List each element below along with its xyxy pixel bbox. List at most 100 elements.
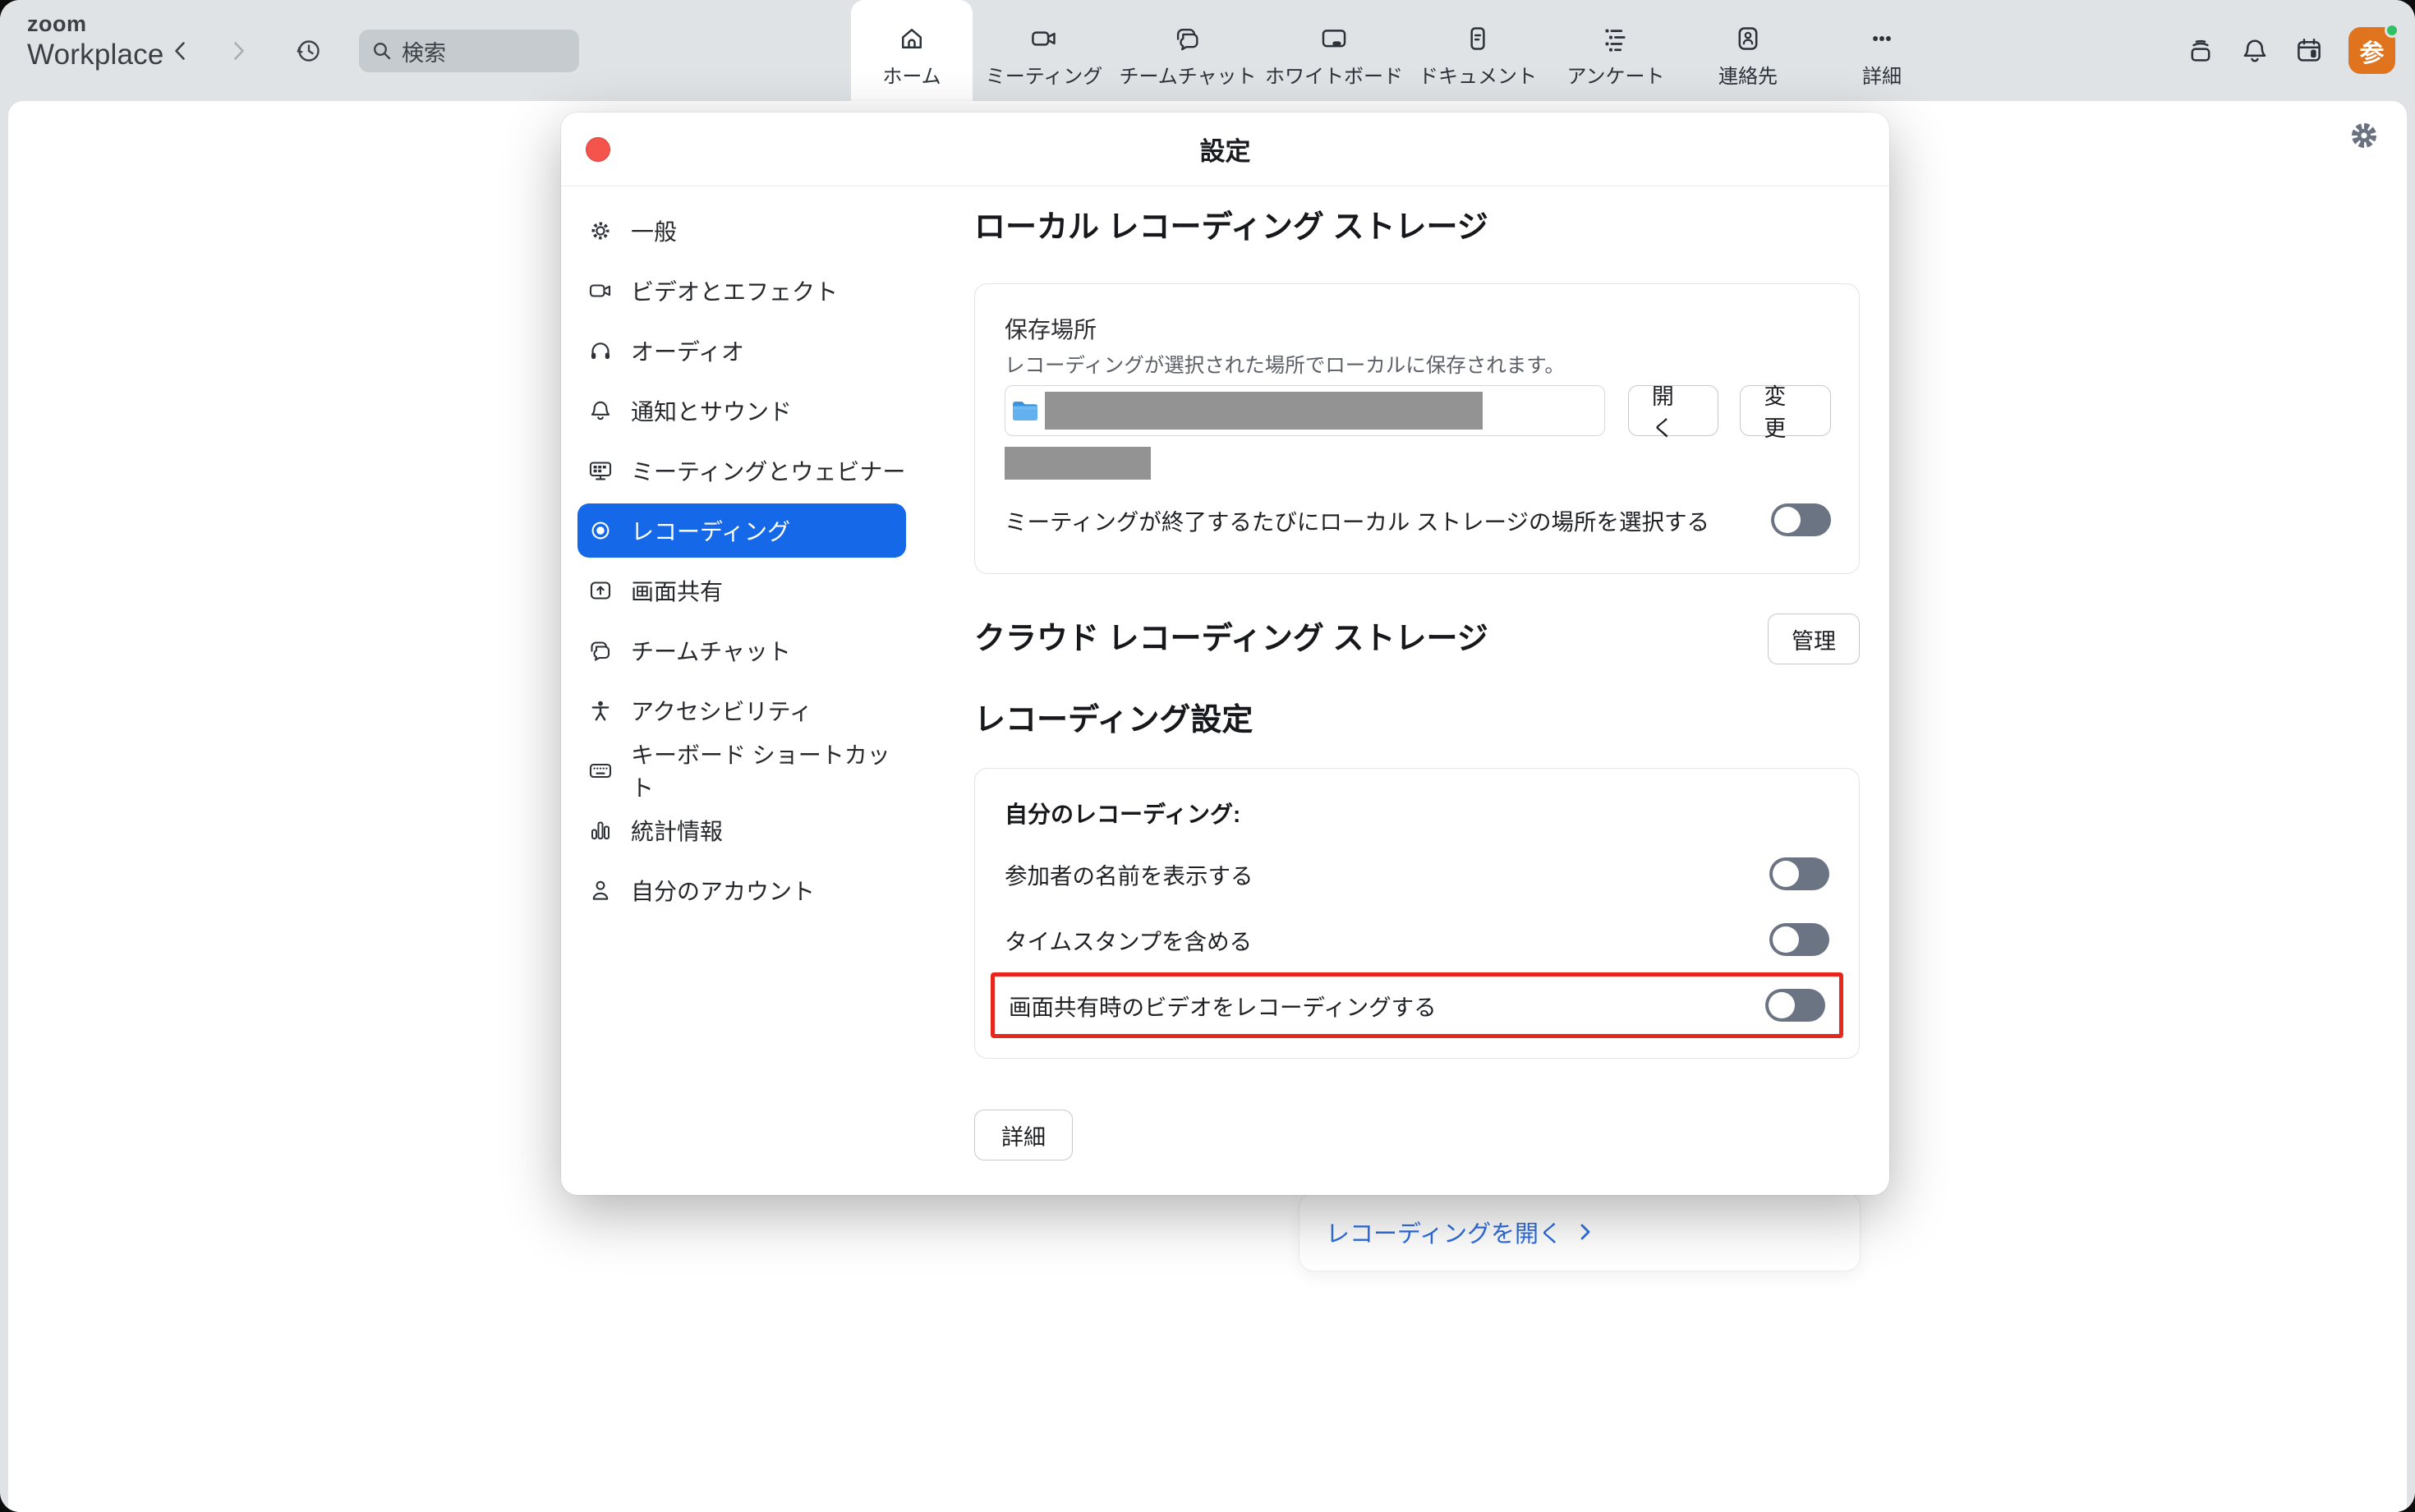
record-video-during-screen-share-toggle[interactable]	[1765, 989, 1825, 1022]
ellipsis-icon	[1868, 25, 1896, 53]
include-timestamp-toggle[interactable]	[1769, 923, 1829, 956]
sidebar-item-share-screen[interactable]: 画面共有	[577, 563, 906, 618]
settings-dialog-body: 一般 ビデオとエフェクト オーディオ 通知とサウンド	[561, 186, 1889, 1194]
tab-home[interactable]: ホーム	[851, 0, 973, 101]
search-input[interactable]: 検索	[359, 30, 579, 72]
local-storage-card: 保存場所 レコーディングが選択された場所でローカルに保存されます。	[974, 283, 1860, 574]
sidebar-item-label: 画面共有	[631, 574, 723, 607]
sidebar-item-keyboard-shortcuts[interactable]: キーボード ショートカット	[577, 743, 906, 797]
open-button[interactable]: 開く	[1628, 385, 1719, 436]
cloud-recording-storage-row: クラウド レコーディング ストレージ 管理	[974, 614, 1860, 664]
avatar[interactable]: 参	[2348, 27, 2395, 74]
main-content-area: レコーディングを開く 設定 一般 ビデオとエフェクト	[8, 101, 2407, 1512]
close-red-dot[interactable]	[586, 137, 610, 162]
sidebar-item-label: キーボード ショートカット	[631, 738, 906, 803]
gear-icon[interactable]	[2348, 119, 2380, 152]
save-location-label: 保存場所	[1005, 312, 1831, 345]
toggle-label: 参加者の名前を表示する	[1005, 857, 1254, 890]
sidebar-item-notifications[interactable]: 通知とサウンド	[577, 384, 906, 438]
history-icon[interactable]	[294, 0, 324, 101]
include-timestamp-row: タイムスタンプを含める	[1005, 907, 1829, 972]
monitor-grid-icon	[588, 458, 613, 483]
sidebar-item-general[interactable]: 一般	[577, 204, 906, 258]
tab-surveys[interactable]: アンケート	[1549, 0, 1682, 101]
tab-label: チームチャット	[1119, 60, 1256, 89]
change-button[interactable]: 変更	[1740, 385, 1831, 436]
tab-team-chat[interactable]: チームチャット	[1116, 0, 1260, 101]
sidebar-item-label: 自分のアカウント	[631, 874, 815, 907]
sidebar-item-label: ビデオとエフェクト	[631, 274, 838, 307]
whiteboard-icon	[1320, 25, 1348, 53]
choose-location-toggle-row: ミーティングが終了するたびにローカル ストレージの場所を選択する	[1005, 494, 1831, 545]
video-camera-icon	[1030, 25, 1058, 53]
logo-workplace-text: Workplace	[27, 40, 164, 69]
sidebar-item-accessibility[interactable]: アクセシビリティ	[577, 683, 906, 738]
toggle-knob	[1773, 861, 1799, 887]
recording-settings-heading: レコーディング設定	[974, 702, 1860, 738]
search-icon	[370, 39, 393, 62]
tab-label: 詳細	[1862, 60, 1902, 89]
sidebar-item-audio[interactable]: オーディオ	[577, 324, 906, 378]
toggle-knob	[1769, 992, 1795, 1018]
recordings-shortcut-card: レコーディングを開く	[1299, 1193, 1861, 1271]
redacted-storage-info	[1005, 447, 1151, 480]
folder-icon	[1010, 398, 1040, 424]
show-participant-names-toggle[interactable]	[1769, 857, 1829, 890]
sidebar-item-meetings-webinars[interactable]: ミーティングとウェビナー	[577, 443, 906, 498]
sidebar-item-team-chat[interactable]: チームチャット	[577, 623, 906, 678]
top-toolbar: zoom Workplace 検索 ホーム	[0, 0, 2415, 101]
show-participant-names-row: 参加者の名前を表示する	[1005, 841, 1829, 907]
settings-dialog-title: 設定	[1200, 131, 1251, 168]
toolbar-right-icons: 参	[2186, 0, 2395, 101]
tab-contacts[interactable]: 連絡先	[1684, 0, 1812, 101]
back-chevron-icon[interactable]	[164, 34, 197, 67]
tab-more[interactable]: 詳細	[1814, 0, 1950, 101]
sidebar-item-statistics[interactable]: 統計情報	[577, 803, 906, 857]
settings-sidebar: 一般 ビデオとエフェクト オーディオ 通知とサウンド	[561, 186, 935, 1194]
sidebar-item-recording[interactable]: レコーディング	[577, 503, 906, 558]
sidebar-item-label: オーディオ	[631, 334, 744, 367]
save-location-row: 開く 変更	[1005, 385, 1831, 436]
tab-label: アンケート	[1566, 60, 1664, 89]
open-recordings-label: レコーディングを開く	[1326, 1215, 1562, 1249]
forward-chevron-icon[interactable]	[222, 34, 255, 67]
toggle-label: タイムスタンプを含める	[1005, 923, 1252, 956]
sidebar-item-video-effects[interactable]: ビデオとエフェクト	[577, 264, 906, 318]
manage-button[interactable]: 管理	[1768, 614, 1860, 664]
tab-whiteboard[interactable]: ホワイトボード	[1262, 0, 1406, 101]
save-location-description: レコーディングが選択された場所でローカルに保存されます。	[1005, 350, 1831, 379]
cast-device-icon[interactable]	[2186, 36, 2215, 66]
presence-dot	[2385, 23, 2399, 38]
logo-zoom-text: zoom	[27, 13, 164, 35]
settings-main-panel: ローカル レコーディング ストレージ 保存場所 レコーディングが選択された場所で…	[935, 186, 1889, 1194]
screenshot-root: zoom Workplace 検索 ホーム	[0, 0, 2415, 1512]
tab-label: ミーティング	[986, 60, 1103, 89]
sidebar-item-label: 一般	[631, 214, 677, 247]
choose-location-toggle[interactable]	[1771, 503, 1831, 536]
sidebar-item-my-account[interactable]: 自分のアカウント	[577, 863, 906, 917]
tab-meetings[interactable]: ミーティング	[974, 0, 1114, 101]
settings-dialog-header: 設定	[561, 113, 1889, 186]
survey-list-icon	[1602, 25, 1630, 53]
toggle-knob	[1774, 507, 1801, 533]
bell-icon[interactable]	[2240, 36, 2270, 66]
recording-settings-card: 自分のレコーディング: 参加者の名前を表示する タイムスタンプを含める 画面共有…	[974, 768, 1860, 1059]
details-button[interactable]: 詳細	[974, 1110, 1073, 1160]
main-tab-bar: ホーム ミーティング チームチャット ホワイトボード ドキュメント アンケート	[851, 0, 1950, 101]
avatar-initial: 参	[2360, 33, 2385, 69]
open-recordings-link[interactable]: レコーディングを開く	[1326, 1215, 1594, 1249]
chat-bubbles-icon	[1174, 25, 1202, 53]
local-recording-storage-heading: ローカル レコーディング ストレージ	[974, 209, 1860, 246]
toggle-knob	[1773, 926, 1799, 953]
document-icon	[1464, 25, 1492, 53]
gear-icon	[588, 218, 613, 243]
tab-label: ドキュメント	[1419, 60, 1537, 89]
redacted-path-value	[1045, 392, 1483, 430]
sidebar-item-label: チームチャット	[631, 634, 791, 667]
accessibility-icon	[588, 698, 613, 723]
tab-docs[interactable]: ドキュメント	[1408, 0, 1548, 101]
zoom-workplace-window: zoom Workplace 検索 ホーム	[0, 0, 2415, 1512]
calendar-icon[interactable]	[2294, 36, 2324, 66]
choose-location-toggle-label: ミーティングが終了するたびにローカル ストレージの場所を選択する	[1005, 503, 1709, 536]
bell-icon	[588, 398, 613, 423]
